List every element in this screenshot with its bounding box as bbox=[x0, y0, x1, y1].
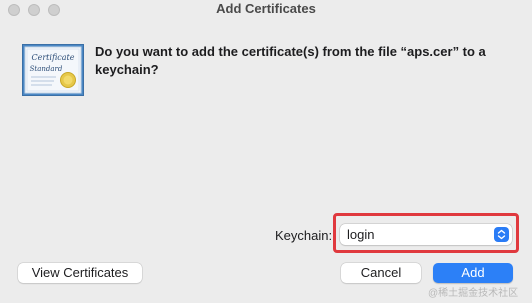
keychain-select[interactable]: login bbox=[340, 224, 512, 245]
add-button[interactable]: Add bbox=[433, 263, 513, 283]
dialog-message: Do you want to add the certificate(s) fr… bbox=[95, 44, 486, 77]
window-title: Add Certificates bbox=[216, 1, 316, 16]
keychain-label: Keychain: bbox=[275, 228, 333, 243]
keychain-select-value: login bbox=[347, 227, 375, 242]
svg-text:Standard: Standard bbox=[30, 65, 63, 73]
title-bar: Add Certificates bbox=[0, 0, 532, 20]
add-certificates-dialog: Add Certificates Certificate Standard Do… bbox=[0, 0, 532, 303]
watermark: @稀土掘金技术社区 bbox=[428, 288, 519, 299]
certificate-icon: Certificate Standard bbox=[22, 44, 84, 96]
svg-text:Certificate: Certificate bbox=[32, 53, 75, 62]
view-certificates-button[interactable]: View Certificates bbox=[18, 263, 142, 283]
chevron-up-down-icon bbox=[494, 227, 509, 242]
cancel-button[interactable]: Cancel bbox=[341, 263, 421, 283]
